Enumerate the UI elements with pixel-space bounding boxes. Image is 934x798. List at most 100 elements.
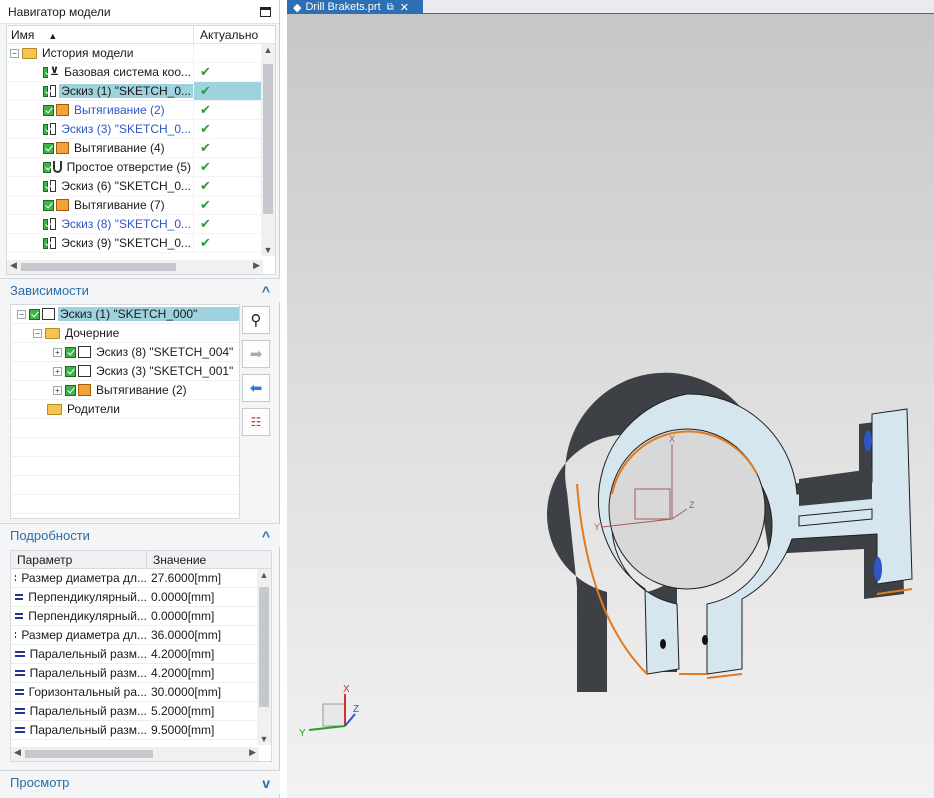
scroll-up-icon[interactable]: ▲	[257, 570, 271, 580]
visibility-checkbox[interactable]	[65, 365, 76, 377]
chevron-up-icon[interactable]: ^	[262, 528, 270, 544]
visibility-checkbox[interactable]	[43, 237, 49, 249]
bracket-model[interactable]	[547, 372, 913, 692]
tree-item-sketch-1[interactable]: Эскиз (1) "SKETCH_0... ✔	[7, 82, 275, 101]
table-row[interactable]: Размер диаметра дл... 27.6000[mm]	[11, 569, 271, 588]
tree-item-hole-5[interactable]: Простое отверстие (5) ✔	[7, 158, 275, 177]
details-vertical-scrollbar[interactable]: ▲ ▼	[257, 569, 271, 745]
details-horizontal-scrollbar[interactable]: ◀ ▶	[11, 747, 259, 761]
column-name-label: Имя	[11, 28, 35, 42]
visibility-checkbox[interactable]	[65, 384, 76, 396]
param-value: 0.0000[mm]	[151, 609, 215, 623]
up-to-date-icon: ✔	[200, 178, 211, 193]
scroll-left-icon[interactable]: ◀	[10, 260, 17, 271]
visibility-checkbox[interactable]	[43, 218, 49, 230]
model-tree[interactable]: Имя ▲ Актуально − История модели ⊻ Базовая…	[6, 25, 276, 275]
dep-root[interactable]: − Эскиз (1) "SKETCH_000"	[11, 305, 239, 324]
tree-item-csys[interactable]: ⊻ Базовая система коо... ✔	[7, 63, 275, 82]
scroll-down-icon[interactable]: ▼	[257, 734, 271, 744]
tree-root[interactable]: − История модели	[7, 44, 275, 63]
document-tab[interactable]: ◆ Drill Brakets.prt ⧉ ✕	[287, 0, 423, 14]
expand-icon[interactable]: +	[53, 347, 62, 357]
param-name: Размер диаметра дл...	[21, 571, 147, 585]
visibility-checkbox[interactable]	[43, 66, 49, 78]
tree-item-sketch-8[interactable]: Эскиз (8) "SKETCH_0... ✔	[7, 215, 275, 234]
visibility-checkbox[interactable]	[43, 104, 54, 116]
table-row[interactable]: Паралельный разм... 5.2000[mm]	[11, 702, 271, 721]
scroll-up-icon[interactable]: ▲	[261, 45, 275, 55]
tree-item-extrude-7[interactable]: Вытягивание (7) ✔	[7, 196, 275, 215]
column-value[interactable]: Значение	[147, 551, 271, 568]
visibility-checkbox[interactable]	[43, 161, 52, 173]
details-header[interactable]: Подробности ^	[0, 523, 280, 547]
scroll-thumb[interactable]	[263, 64, 273, 214]
table-row[interactable]: Паралельный разм... 9.5000[mm]	[11, 721, 271, 740]
tree-item-sketch-9[interactable]: Эскиз (9) "SKETCH_0... ✔	[7, 234, 275, 253]
expand-icon[interactable]: +	[53, 385, 62, 395]
dep-child[interactable]: + Вытягивание (2)	[11, 381, 239, 400]
tree-vertical-scrollbar[interactable]: ▲ ▼	[261, 44, 275, 256]
visibility-checkbox[interactable]	[43, 85, 49, 97]
tree-item-sketch-3[interactable]: Эскиз (3) "SKETCH_0... ✔	[7, 120, 275, 139]
tree-item-label: Базовая система коо...	[64, 65, 191, 79]
extrude-icon	[78, 384, 91, 396]
tree-item-sketch-6[interactable]: Эскиз (6) "SKETCH_0... ✔	[7, 177, 275, 196]
dependencies-header[interactable]: Зависимости ^	[0, 278, 280, 302]
table-row[interactable]: Перпендикулярный... 0.0000[mm]	[11, 607, 271, 626]
expand-icon[interactable]: +	[53, 366, 62, 376]
list-options-button[interactable]: ☷	[242, 408, 270, 436]
view-triad[interactable]: X Y Z	[299, 684, 359, 739]
collapse-icon[interactable]: −	[33, 328, 42, 338]
tree-horizontal-scrollbar[interactable]: ◀ ▶	[7, 260, 263, 274]
table-row[interactable]: Паралельный разм... 4.2000[mm]	[11, 664, 271, 683]
close-icon[interactable]: ✕	[400, 1, 409, 14]
collapse-icon[interactable]: −	[10, 48, 19, 58]
model-view[interactable]: X Y Z X Y Z	[287, 14, 934, 798]
dep-parents-group[interactable]: Родители	[11, 400, 239, 419]
column-parameter[interactable]: Параметр	[11, 551, 147, 568]
tree-item-label: Эскиз (6) "SKETCH_0...	[61, 179, 191, 193]
zoom-search-button[interactable]: ⚲	[242, 306, 270, 334]
chevron-up-icon[interactable]: ^	[262, 283, 270, 299]
scroll-left-icon[interactable]: ◀	[14, 747, 21, 758]
table-row[interactable]: Паралельный разм... 4.2000[mm]	[11, 645, 271, 664]
dep-child[interactable]: + Эскиз (3) "SKETCH_001"	[11, 362, 239, 381]
dep-child[interactable]: + Эскиз (8) "SKETCH_004"	[11, 343, 239, 362]
column-name[interactable]: Имя ▲	[7, 26, 194, 43]
list-icon: ☷	[250, 415, 262, 429]
visibility-checkbox[interactable]	[29, 308, 40, 320]
visibility-checkbox[interactable]	[43, 123, 49, 135]
scroll-thumb[interactable]	[259, 587, 269, 707]
collapse-icon[interactable]: −	[17, 309, 26, 319]
tree-item-extrude-2[interactable]: Вытягивание (2) ✔	[7, 101, 275, 120]
preview-header[interactable]: Просмотр v	[0, 770, 280, 794]
graphics-viewport[interactable]: ◆ Drill Brakets.prt ⧉ ✕ X Y Z X Y Z	[287, 0, 934, 798]
tree-item-extrude-4[interactable]: Вытягивание (4) ✔	[7, 139, 275, 158]
chevron-down-icon[interactable]: v	[262, 775, 270, 791]
visibility-checkbox[interactable]	[43, 199, 54, 211]
table-row[interactable]: Горизонтальный ра... 30.0000[mm]	[11, 683, 271, 702]
visibility-checkbox[interactable]	[65, 346, 76, 358]
scroll-right-icon[interactable]: ▶	[249, 747, 256, 758]
table-row[interactable]: Перпендикулярный... 0.0000[mm]	[11, 588, 271, 607]
scroll-thumb[interactable]	[25, 750, 153, 758]
sketch-axis-y-label: Y	[594, 522, 600, 532]
scroll-right-icon[interactable]: ▶	[253, 260, 260, 271]
scroll-thumb[interactable]	[21, 263, 176, 271]
back-button[interactable]: ⬅	[242, 374, 270, 402]
undock-icon[interactable]: ⧉	[387, 2, 394, 13]
scroll-down-icon[interactable]: ▼	[261, 245, 275, 255]
visibility-checkbox[interactable]	[43, 142, 54, 154]
param-value: 4.2000[mm]	[151, 666, 215, 680]
sketch-icon	[78, 365, 91, 377]
table-row[interactable]: Размер диаметра дл... 36.0000[mm]	[11, 626, 271, 645]
dependencies-tree[interactable]: − Эскиз (1) "SKETCH_000" − Дочерние + Эс…	[10, 304, 240, 519]
dep-children-group[interactable]: − Дочерние	[11, 324, 239, 343]
sketch-axis-z-label: Z	[689, 500, 695, 510]
visibility-checkbox[interactable]	[43, 180, 49, 192]
maximize-icon[interactable]	[260, 6, 271, 17]
param-name: Паралельный разм...	[29, 666, 147, 680]
forward-button[interactable]: ➡	[242, 340, 270, 368]
column-status[interactable]: Актуально	[194, 26, 275, 43]
details-table[interactable]: Параметр Значение Размер диаметра дл... 2…	[10, 550, 272, 762]
